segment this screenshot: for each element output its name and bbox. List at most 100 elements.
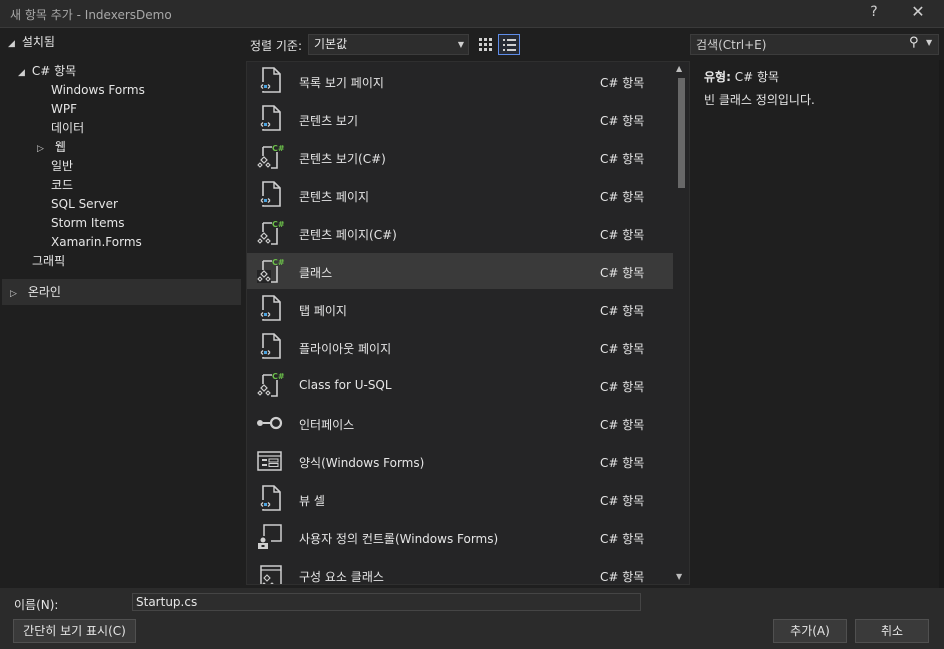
tree-item-label: 코드: [51, 178, 74, 192]
template-item[interactable]: 구성 요소 클래스 C# 항목: [247, 557, 673, 584]
template-item[interactable]: C# 콘텐츠 페이지(C#) C# 항목: [247, 215, 673, 251]
scrollbar-thumb[interactable]: [678, 78, 685, 188]
interface-icon: [255, 409, 285, 437]
template-type: C# 항목: [600, 418, 645, 432]
tree-item-csharp[interactable]: ◢ C# 항목: [18, 62, 76, 81]
category-tree: ◢ 설치됨 ◢ C# 항목 Windows Forms WPF 데이터 ▷ 웹 …: [0, 28, 243, 588]
template-item[interactable]: 콘텐츠 페이지 C# 항목: [247, 177, 673, 213]
grid-view-button[interactable]: [474, 34, 496, 55]
tree-item-installed[interactable]: ◢ 설치됨: [8, 33, 55, 52]
template-item[interactable]: 양식(Windows Forms) C# 항목: [247, 443, 673, 479]
template-type: C# 항목: [600, 342, 645, 356]
tree-item-data[interactable]: 데이터: [51, 119, 84, 138]
template-name: 목록 보기 페이지: [299, 76, 384, 90]
template-item[interactable]: C# 클래스 C# 항목: [247, 253, 673, 289]
expanded-arrow-icon: ◢: [8, 39, 15, 49]
template-item[interactable]: 목록 보기 페이지 C# 항목: [247, 63, 673, 99]
tree-item-label: 그래픽: [32, 254, 66, 268]
details-type-value: C# 항목: [734, 70, 780, 84]
template-name: 콘텐츠 페이지(C#): [299, 228, 397, 242]
template-item[interactable]: 인터페이스 C# 항목: [247, 405, 673, 441]
xaml-page-icon: [255, 181, 285, 209]
scroll-up-icon[interactable]: ▲: [676, 64, 682, 73]
template-item[interactable]: C# 콘텐츠 보기(C#) C# 항목: [247, 139, 673, 175]
collapsed-arrow-icon: ▷: [10, 289, 17, 299]
user-control-icon: [255, 523, 285, 551]
sort-value: 기본값: [314, 37, 348, 51]
template-type: C# 항목: [600, 494, 645, 508]
cancel-button[interactable]: 취소: [855, 619, 929, 643]
template-type: C# 항목: [600, 114, 645, 128]
tree-item-graphics[interactable]: 그래픽: [32, 252, 65, 271]
tree-item-code[interactable]: 코드: [51, 176, 73, 195]
bottom-bar: 이름(N): 간단히 보기 표시(C) 추가(A) 취소: [0, 588, 944, 649]
details-panel: 유형: C# 항목 빈 클래스 정의입니다.: [692, 61, 938, 585]
template-item[interactable]: 사용자 정의 컨트롤(Windows Forms) C# 항목: [247, 519, 673, 555]
svg-text:C#: C#: [272, 258, 285, 267]
search-icon[interactable]: ⚲: [909, 35, 919, 50]
template-type: C# 항목: [600, 76, 645, 90]
sort-dropdown[interactable]: 기본값 ▼: [308, 34, 469, 55]
name-field[interactable]: [132, 593, 641, 611]
tree-item-label: 데이터: [51, 121, 85, 135]
svg-text:C#: C#: [272, 220, 285, 229]
form-icon: [255, 447, 285, 475]
search-input[interactable]: [696, 36, 901, 53]
search-box: ⚲ ▼: [690, 34, 939, 55]
tree-item-sql-server[interactable]: SQL Server: [51, 195, 118, 214]
template-type: C# 항목: [600, 456, 645, 470]
collapsed-arrow-icon: ▷: [37, 144, 44, 154]
template-list: 목록 보기 페이지 C# 항목 콘텐츠 보기 C# 항목 C# 콘텐츠 보기(C#) C# …: [246, 61, 690, 585]
tree-item-general[interactable]: 일반: [51, 157, 73, 176]
window-title: 새 항목 추가 - IndexersDemo: [10, 8, 172, 22]
add-button[interactable]: 추가(A): [773, 619, 847, 643]
svg-text:C#: C#: [272, 372, 285, 381]
tree-item-xamarin-forms[interactable]: Xamarin.Forms: [51, 233, 142, 252]
close-button[interactable]: ✕: [906, 2, 930, 24]
tree-item-windows-forms[interactable]: Windows Forms: [51, 81, 145, 100]
tree-item-label: Windows Forms: [51, 83, 145, 97]
template-type: C# 항목: [600, 380, 645, 394]
tree-item-label: 일반: [51, 159, 74, 173]
template-item[interactable]: 플라이아웃 페이지 C# 항목: [247, 329, 673, 365]
tree-item-label: 설치됨: [21, 35, 55, 49]
compact-view-button[interactable]: 간단히 보기 표시(C): [13, 619, 136, 643]
tree-item-label: Xamarin.Forms: [51, 235, 142, 249]
template-item[interactable]: C# Class for U-SQL C# 항목: [247, 367, 673, 403]
details-type-label: 유형:: [704, 70, 731, 84]
tree-item-wpf[interactable]: WPF: [51, 100, 77, 119]
template-type: C# 항목: [600, 304, 645, 318]
tree-item-web[interactable]: ▷ 웹: [37, 138, 66, 157]
template-list-scrollbar[interactable]: ▲ ▼: [674, 62, 689, 584]
tree-item-online[interactable]: ▷ 온라인: [2, 279, 241, 305]
template-name: 뷰 셀: [299, 494, 325, 508]
template-name: 클래스: [299, 266, 333, 280]
background-window-edge: [939, 60, 944, 590]
template-item[interactable]: 콘텐츠 보기 C# 항목: [247, 101, 673, 137]
template-name: 콘텐츠 보기: [299, 114, 359, 128]
tree-item-storm-items[interactable]: Storm Items: [51, 214, 124, 233]
template-name: 인터페이스: [299, 418, 355, 432]
chevron-down-icon[interactable]: ▼: [926, 38, 932, 47]
template-type: C# 항목: [600, 228, 645, 242]
template-item[interactable]: 뷰 셀 C# 항목: [247, 481, 673, 517]
template-name: 양식(Windows Forms): [299, 456, 425, 470]
xaml-page-icon: [255, 67, 285, 95]
xaml-page-icon: [255, 295, 285, 323]
list-view-icon: [502, 39, 516, 51]
help-button[interactable]: ?: [864, 4, 884, 22]
csharp-class-icon: C#: [255, 257, 285, 285]
template-type: C# 항목: [600, 266, 645, 280]
tree-item-label: 웹: [54, 140, 66, 154]
template-name: Class for U-SQL: [299, 378, 392, 392]
template-type: C# 항목: [600, 532, 645, 546]
scroll-down-icon[interactable]: ▼: [676, 572, 682, 581]
list-view-button[interactable]: [498, 34, 520, 55]
chevron-down-icon: ▼: [457, 40, 464, 49]
template-type: C# 항목: [600, 152, 645, 166]
tree-item-label: Storm Items: [51, 216, 125, 230]
template-name: 사용자 정의 컨트롤(Windows Forms): [299, 532, 499, 546]
csharp-class-icon: C#: [255, 143, 285, 171]
xaml-page-icon: [255, 485, 285, 513]
template-item[interactable]: 탭 페이지 C# 항목: [247, 291, 673, 327]
